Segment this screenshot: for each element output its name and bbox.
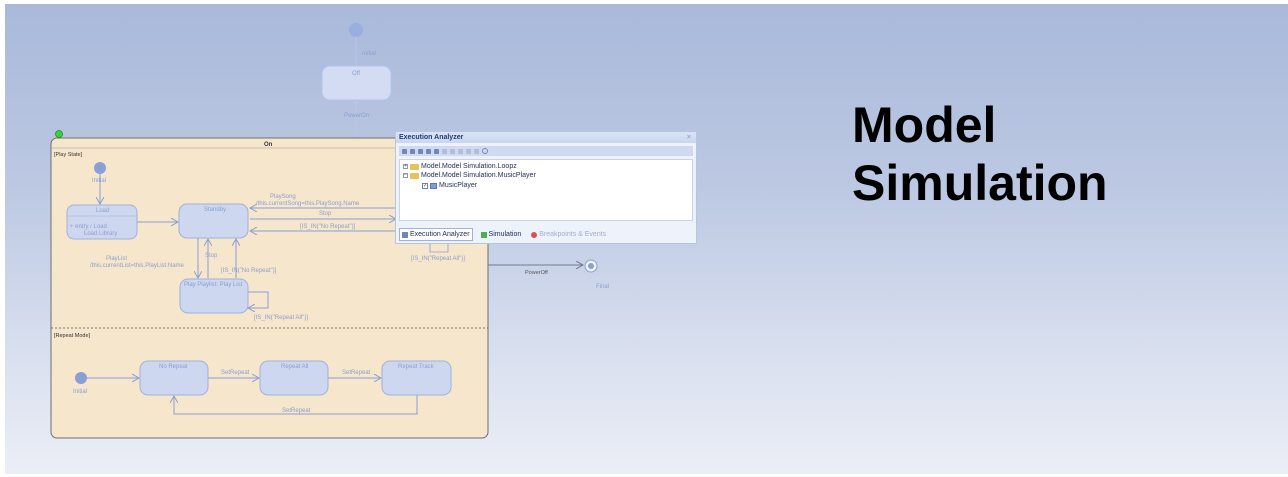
play-list-trigger: PlayList <box>106 256 127 262</box>
power-off-label: PowerOff <box>525 270 548 276</box>
stop-label-2: Stop <box>205 253 218 259</box>
simulation-icon <box>480 231 487 238</box>
folder-icon <box>410 163 419 170</box>
play-initial-label: Initial <box>92 178 106 184</box>
execution-analyzer-titlebar[interactable]: Execution Analyzer × <box>396 132 696 143</box>
power-on-label: PowerOn <box>344 113 369 119</box>
final-label: Final <box>596 284 609 290</box>
help-icon[interactable] <box>482 148 488 154</box>
load-exit-action: Load Library <box>84 231 117 237</box>
is-in-repeat-all-label-1: [IS_IN("Repeat All")] <box>254 315 308 321</box>
load-state-label: Load <box>96 208 109 214</box>
top-initial-node[interactable] <box>349 23 363 37</box>
is-in-repeat-all-label-2: [IS_IN("Repeat All")] <box>411 256 465 262</box>
analyzer-icon <box>402 231 408 238</box>
tab-label: Breakpoints & Events <box>539 231 607 238</box>
off-state-label: Off <box>352 71 360 77</box>
play-song-trigger: PlaySong <box>270 194 296 200</box>
set-repeat-label-2: SetRepeat <box>342 370 371 376</box>
execution-analyzer-window[interactable]: Execution Analyzer × + Model.Model Simul… <box>395 131 697 244</box>
tab-label: Simulation <box>488 231 522 238</box>
dropdown-icon[interactable] <box>410 148 415 154</box>
standby-state-label: Standby <box>204 207 226 213</box>
stop-label-1: Stop <box>319 211 332 217</box>
step-over-icon[interactable] <box>442 148 447 154</box>
load-entry-action: + entry / Load <box>70 224 107 230</box>
execution-analyzer-toolbar <box>399 146 693 156</box>
top-initial-label: Initial <box>362 51 376 57</box>
is-in-no-repeat-label-1: [IS_IN("No Repeat")] <box>300 224 356 230</box>
breakpoint-icon <box>531 231 538 238</box>
repeat-mode-region-label: [Repeat Mode] <box>54 333 91 339</box>
tree-item-musicplayer[interactable]: ✓ MusicPlayer <box>422 181 477 190</box>
title-line-2: Simulation <box>852 155 1108 211</box>
class-icon <box>430 182 437 189</box>
title-line-1: Model <box>852 97 997 153</box>
expand-icon[interactable]: + <box>403 164 408 169</box>
run-icon[interactable] <box>402 148 407 154</box>
tree-item-loopz[interactable]: + Model.Model Simulation.Loopz <box>403 162 517 171</box>
repeat-initial-node[interactable] <box>75 372 87 384</box>
is-in-no-repeat-label-2: [IS_IN("No Repeat")] <box>221 268 277 274</box>
tree-item-musicplayer-package[interactable]: − Model.Model Simulation.MusicPlayer <box>403 171 536 180</box>
analyzer-tab-bar: Execution Analyzer Simulation Breakpoint… <box>396 228 696 241</box>
edit-icon[interactable] <box>426 148 431 154</box>
close-icon[interactable]: × <box>687 132 691 143</box>
no-repeat-state-label: No Repeat <box>159 364 188 370</box>
repeat-initial-label: Initial <box>73 389 87 395</box>
tree-item-label: Model.Model Simulation.Loopz <box>421 163 517 170</box>
repeat-all-state-label: Repeat All <box>281 364 308 370</box>
on-state-label: On <box>264 142 273 148</box>
tab-simulation[interactable]: Simulation <box>479 229 524 240</box>
stop-icon[interactable] <box>466 148 471 154</box>
slide-title: Model Simulation <box>852 96 1252 212</box>
add-icon[interactable] <box>418 148 423 154</box>
step-out-icon[interactable] <box>458 148 463 154</box>
play-state-region-label: [Play State] <box>54 152 83 158</box>
play-list-action: /this.currentList=this.PlayList.Name <box>90 263 185 269</box>
tab-breakpoints-events[interactable]: Breakpoints & Events <box>529 229 608 240</box>
play-song-action: /this.currentSong=this.PlaySong.Name <box>256 201 360 207</box>
step-into-icon[interactable] <box>450 148 455 154</box>
tab-label: Execution Analyzer <box>410 231 470 238</box>
repeat-track-state-label: Repeat Track <box>398 364 435 370</box>
tab-execution-analyzer[interactable]: Execution Analyzer <box>399 228 473 241</box>
play-playlist-state-label: Play Playlist: Play List <box>184 282 243 288</box>
selection-handle[interactable] <box>55 130 63 138</box>
enable-checkbox[interactable]: ✓ <box>422 182 428 189</box>
package-tree: + Model.Model Simulation.Loopz − Model.M… <box>399 159 693 221</box>
delete-icon[interactable] <box>434 148 439 154</box>
folder-icon <box>410 172 419 179</box>
tree-item-label: Model.Model Simulation.MusicPlayer <box>421 172 536 179</box>
pause-icon[interactable] <box>474 148 479 154</box>
play-initial-node[interactable] <box>94 162 106 174</box>
final-node-inner <box>588 263 594 269</box>
tree-item-label: MusicPlayer <box>439 182 478 189</box>
execution-analyzer-title: Execution Analyzer <box>399 134 464 141</box>
set-repeat-label-1: SetRepeat <box>221 370 250 376</box>
set-repeat-label-3: SetRepeat <box>282 408 311 414</box>
collapse-icon[interactable]: − <box>403 173 408 178</box>
